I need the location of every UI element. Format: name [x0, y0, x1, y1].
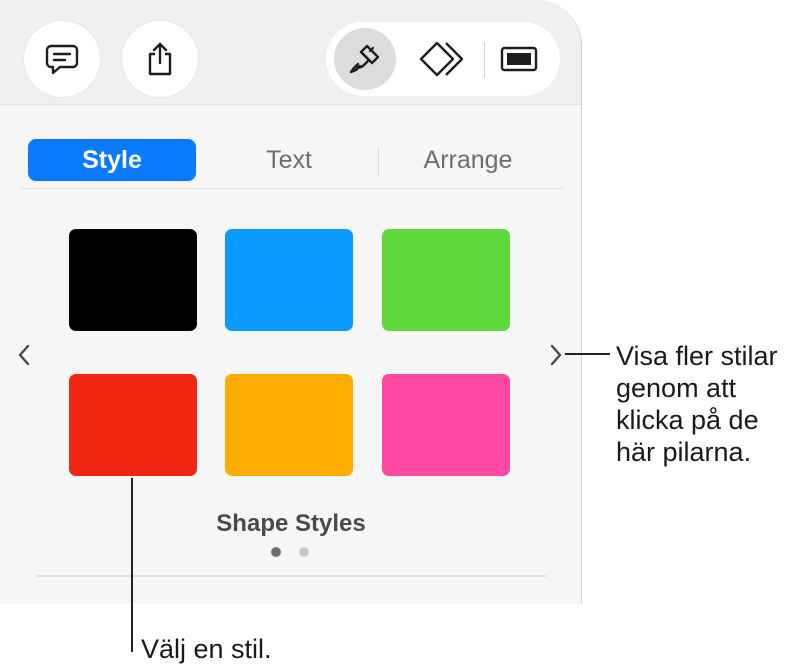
inspector-toolbar — [326, 22, 560, 96]
animate-button[interactable] — [412, 28, 474, 90]
callout-line-arrows — [565, 353, 610, 355]
format-sidebar: Style Text Arrange Shape Styles — [0, 0, 582, 604]
callout-arrows-line-1: Visa fler stilar — [616, 341, 778, 371]
shape-style-swatch-2[interactable] — [225, 229, 353, 331]
share-icon — [148, 42, 172, 76]
shape-style-swatch-1[interactable] — [69, 229, 197, 331]
shape-style-swatch-4[interactable] — [69, 374, 197, 476]
tab-arrange[interactable]: Arrange — [384, 139, 552, 181]
section-label: Shape Styles — [216, 510, 366, 537]
share-button[interactable] — [122, 21, 198, 97]
callout-arrows-line-4: här pilarna. — [616, 437, 752, 467]
tab-text[interactable]: Text — [205, 139, 373, 181]
format-button[interactable] — [334, 28, 396, 90]
callout-arrows-line-3: klicka på de — [616, 405, 759, 435]
chevron-left-icon — [18, 344, 30, 366]
toolbar-divider — [0, 104, 581, 105]
previous-styles-button[interactable] — [12, 340, 36, 370]
comment-button[interactable] — [24, 21, 100, 97]
document-button[interactable] — [488, 28, 550, 90]
shape-style-swatch-6[interactable] — [382, 374, 510, 476]
page-dot-1[interactable] — [271, 547, 281, 557]
tab-style[interactable]: Style — [28, 139, 196, 181]
shape-style-swatch-5[interactable] — [225, 374, 353, 476]
callout-arrows-text: Visa fler stilar genom att klicka på de … — [616, 340, 794, 468]
document-icon — [500, 46, 538, 72]
tab-separator — [378, 147, 379, 175]
next-styles-button[interactable] — [544, 340, 568, 370]
section-divider — [36, 575, 546, 577]
shape-style-swatch-3[interactable] — [382, 229, 510, 331]
page-dot-2[interactable] — [299, 547, 309, 557]
toolbar-separator — [484, 42, 485, 78]
paintbrush-icon — [349, 44, 380, 74]
tabs-divider — [20, 188, 564, 189]
chevron-right-icon — [550, 344, 562, 366]
callout-arrows-line-2: genom att — [616, 373, 737, 403]
comment-icon — [45, 44, 79, 75]
callout-swatch-text: Välj en stil. — [141, 634, 272, 664]
callout-line-swatch — [131, 478, 133, 652]
animate-icon — [419, 41, 464, 77]
